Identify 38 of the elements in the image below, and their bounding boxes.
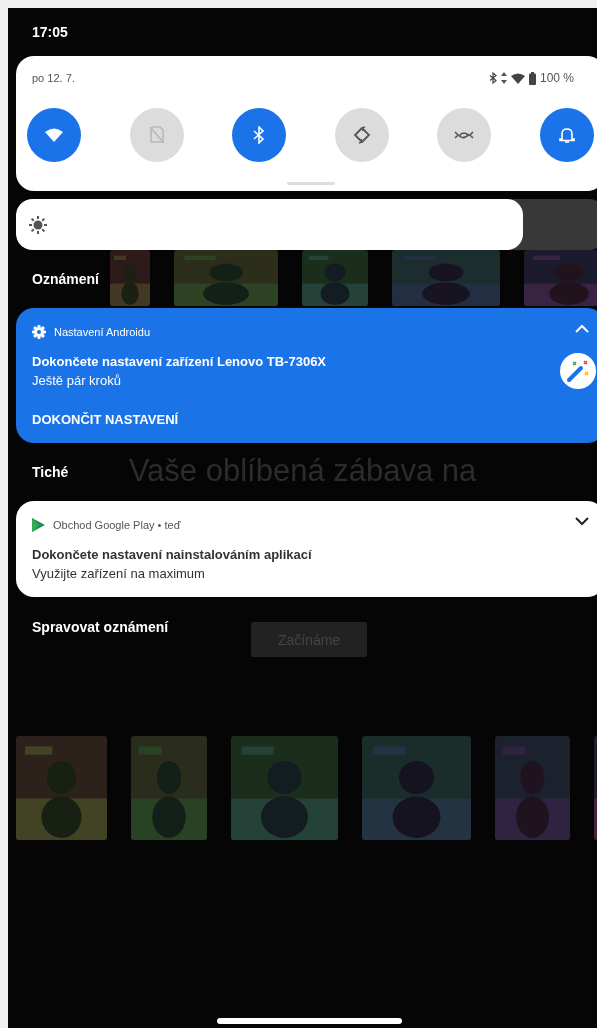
notification-card[interactable]: Nastavení Androidu Dokončete nastavení zařízení Lenovo TB-7306X Ještě pár kroků DOKONČIT NASTAVENÍ bbox=[16, 308, 597, 443]
quick-tile-button[interactable] bbox=[437, 108, 492, 162]
app-name: Nastavení Androidu bbox=[54, 326, 150, 338]
quick-tile-button[interactable] bbox=[232, 108, 287, 162]
magic-wand-icon bbox=[560, 353, 596, 389]
chevron-down-icon[interactable] bbox=[575, 517, 589, 526]
section-title: Oznámení bbox=[32, 271, 99, 287]
brightness-slider[interactable] bbox=[16, 199, 597, 250]
battery-percent: 100 % bbox=[539, 71, 574, 85]
app-name: Obchod Google Play • teď bbox=[53, 519, 181, 531]
chevron-up-icon[interactable] bbox=[575, 324, 589, 333]
section-title: Tiché bbox=[32, 464, 69, 480]
notification-title: Dokončete nastavení nainstalováním aplikací bbox=[32, 547, 313, 562]
no-sim-icon bbox=[148, 126, 165, 144]
bluetooth-icon bbox=[488, 72, 497, 84]
quick-tile-button[interactable] bbox=[334, 108, 389, 162]
manage-notifications-link[interactable]: Spravovat oznámení bbox=[32, 619, 169, 635]
play-store-icon bbox=[32, 518, 45, 532]
clock: 17:05 bbox=[32, 24, 68, 40]
notification-text: Ještě pár kroků bbox=[32, 373, 122, 388]
notification-text: Využijte zařízení na maximum bbox=[32, 566, 206, 581]
notification-title: Dokončete nastavení zařízení Lenovo TB-7306X bbox=[32, 354, 328, 369]
quick-tile-button[interactable] bbox=[27, 108, 81, 162]
finish-setup-button[interactable]: DOKONČIT NASTAVENÍ bbox=[32, 412, 179, 427]
date: po 12. 7. bbox=[32, 72, 75, 84]
bluetooth-icon bbox=[253, 126, 266, 144]
wifi-icon bbox=[45, 128, 63, 142]
gear-icon bbox=[32, 325, 46, 339]
notification-card[interactable]: Obchod Google Play • teď Dokončete nastavení nainstalováním aplikací Využijte zařízení na maximum bbox=[16, 501, 597, 597]
quick-tile-button[interactable] bbox=[539, 108, 594, 162]
bell-icon bbox=[558, 126, 575, 144]
battery-icon bbox=[528, 71, 536, 85]
brightness-icon bbox=[28, 214, 48, 235]
drag-handle[interactable] bbox=[286, 182, 335, 185]
data-arrows-icon bbox=[500, 72, 507, 84]
wifi-icon bbox=[510, 72, 525, 84]
arrows-icon bbox=[454, 129, 475, 141]
rotate-icon bbox=[352, 126, 371, 144]
